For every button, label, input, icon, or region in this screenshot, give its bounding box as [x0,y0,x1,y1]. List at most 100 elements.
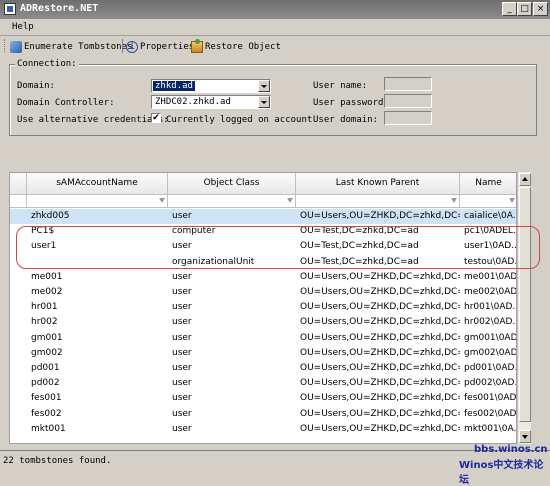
filter-cell[interactable] [168,195,296,208]
table-cell: OU=Test,DC=zhkd,DC=ad [300,226,419,237]
table-cell: user [172,241,192,252]
properties-label: Properties [140,41,195,52]
table-row[interactable]: user1 user OU=Test,DC=zhkd,DC=ad user1\0AD.… [10,239,516,254]
username-field[interactable] [384,77,432,91]
table-cell: gm001 [31,332,63,343]
table-cell: OU=Users,OU=ZHKD,DC=zhkd,DC=ad [300,347,460,358]
table-cell: OU=Test,DC=zhkd,DC=ad [300,256,419,267]
table-row[interactable]: zhkd005 user OU=Users,OU=ZHKD,DC=zhkd,DC=a… [10,209,516,224]
table-cell: fes001 [31,393,62,404]
table-row[interactable]: hr002 user OU=Users,OU=ZHKD,DC=zhkd,DC=ad h… [10,315,516,330]
column-header-name[interactable]: Name [460,173,516,195]
table-row[interactable]: me001 user OU=Users,OU=ZHKD,DC=zhkd,DC=ad m… [10,270,516,285]
status-text: 22 tombstones found. [3,456,112,466]
table-cell: mkt001\0A... [464,423,516,434]
scroll-up-icon[interactable] [519,173,531,186]
table-cell: user [172,211,192,221]
table-cell: me002\0AD... [464,287,516,297]
vertical-scrollbar[interactable] [517,172,531,444]
table-row[interactable]: fes001 user OU=Users,OU=ZHKD,DC=zhkd,DC=ad… [10,391,516,406]
table-cell: user1\0AD... [464,241,516,252]
table-cell: OU=Users,OU=ZHKD,DC=zhkd,DC=ad [300,317,460,328]
enumerate-tombstones-button[interactable]: Enumerate Tombstones [10,39,132,54]
table-cell: me002 [31,287,63,297]
restore-object-button[interactable]: Restore Object [191,38,281,54]
table-cell: user [172,378,192,389]
domain-label: Domain: [17,81,55,91]
table-cell: hr002\0AD... [464,317,516,328]
table-cell: OU=Users,OU=ZHKD,DC=zhkd,DC=ad [300,378,460,389]
table-cell: gm002\0AD... [464,347,516,358]
table-cell: gm002 [31,347,63,358]
table-cell: user [172,287,192,297]
maximize-button[interactable]: □ [517,2,532,16]
table-cell: pd001\0AD... [464,363,516,373]
table-cell: OU=Users,OU=ZHKD,DC=zhkd,DC=ad [300,332,460,343]
table-cell: hr002 [31,317,58,328]
table-row[interactable]: pd002 user OU=Users,OU=ZHKD,DC=zhkd,DC=ad p… [10,376,516,391]
enumerate-icon [10,40,22,53]
table-cell: fes002 [31,408,62,419]
close-button[interactable]: × [533,2,548,16]
filter-icon[interactable] [159,198,165,203]
toolbar-separator [122,39,123,53]
table-cell: OU=Test,DC=zhkd,DC=ad [300,241,419,252]
userdomain-field[interactable] [384,111,432,125]
filter-cell[interactable] [460,195,516,208]
properties-button[interactable]: i Properties [126,39,194,54]
password-field[interactable] [384,94,432,108]
app-icon [4,3,16,15]
table-cell: fes001\0AD... [464,393,516,404]
chevron-down-icon[interactable] [258,80,270,92]
domain-combo[interactable]: zhkd.ad [151,79,271,93]
filter-icon[interactable] [509,198,515,203]
table-cell [31,255,167,270]
dc-label: Domain Controller: [17,98,115,108]
toolbar-grip[interactable] [4,39,7,53]
table-row[interactable]: me002 user OU=Users,OU=ZHKD,DC=zhkd,DC=ad m… [10,285,516,300]
table-row[interactable]: fes002 user OU=Users,OU=ZHKD,DC=zhkd,DC=ad… [10,407,516,422]
filter-icon[interactable] [451,198,457,203]
table-cell: zhkd005 [31,211,70,221]
table-cell: user [172,347,192,358]
table-cell: OU=Users,OU=ZHKD,DC=zhkd,DC=ad [300,408,460,419]
table-row[interactable]: organizationalUnit OU=Test,DC=zhkd,DC=ad t… [10,255,516,270]
enumerate-label: Enumerate Tombstones [24,41,133,52]
table-row[interactable]: hr001 user OU=Users,OU=ZHKD,DC=zhkd,DC=ad h… [10,300,516,315]
menu-help[interactable]: Help [12,22,34,32]
info-icon: i [126,40,138,53]
table-row[interactable]: gm002 user OU=Users,OU=ZHKD,DC=zhkd,DC=ad g… [10,346,516,361]
table-cell: user [172,393,192,404]
watermark-site: Winos中文技术论坛 [459,460,544,486]
toolbar: Enumerate Tombstones i Properties Restor… [0,36,550,56]
filter-row [10,195,516,208]
logged-on-checkbox[interactable]: ✔ [151,113,161,123]
minimize-button[interactable]: _ [502,2,517,16]
filter-cell[interactable] [27,195,168,208]
filter-icon[interactable] [287,198,293,203]
column-header-samaccountname[interactable]: sAMAccountName [27,173,168,195]
row-header-corner [10,173,27,195]
table-cell: hr001\0AD... [464,302,516,313]
domain-controller-combo[interactable]: ZHDC02.zhkd.ad [151,95,271,109]
table-cell: pd002 [31,378,60,389]
logged-on-label: Currently logged on account [166,115,313,125]
scroll-down-icon[interactable] [519,430,531,443]
table-cell: OU=Users,OU=ZHKD,DC=zhkd,DC=ad [300,393,460,404]
table-cell: OU=Users,OU=ZHKD,DC=zhkd,DC=ad [300,271,460,282]
table-cell: user [172,271,192,282]
title-bar: ADRestore.NET _ □ × [0,0,550,19]
chevron-down-icon[interactable] [258,96,270,108]
filter-cell[interactable] [296,195,460,208]
table-row[interactable]: mkt001 user OU=Users,OU=ZHKD,DC=zhkd,DC=ad… [10,422,516,437]
menu-bar: Help [0,19,550,36]
scroll-thumb[interactable] [519,187,531,422]
userdomain-label: User domain: [313,115,379,125]
table-row[interactable]: PC1$ computer OU=Test,DC=zhkd,DC=ad pc1\0AD… [10,224,516,239]
window-title: ADRestore.NET [20,3,99,14]
table-cell: user [172,317,192,328]
column-header-last-known-parent[interactable]: Last Known Parent [296,173,460,195]
table-row[interactable]: pd001 user OU=Users,OU=ZHKD,DC=zhkd,DC=ad p… [10,361,516,376]
table-row[interactable]: gm001 user OU=Users,OU=ZHKD,DC=zhkd,DC=ad g… [10,331,516,346]
column-header-object-class[interactable]: Object Class [168,173,296,195]
